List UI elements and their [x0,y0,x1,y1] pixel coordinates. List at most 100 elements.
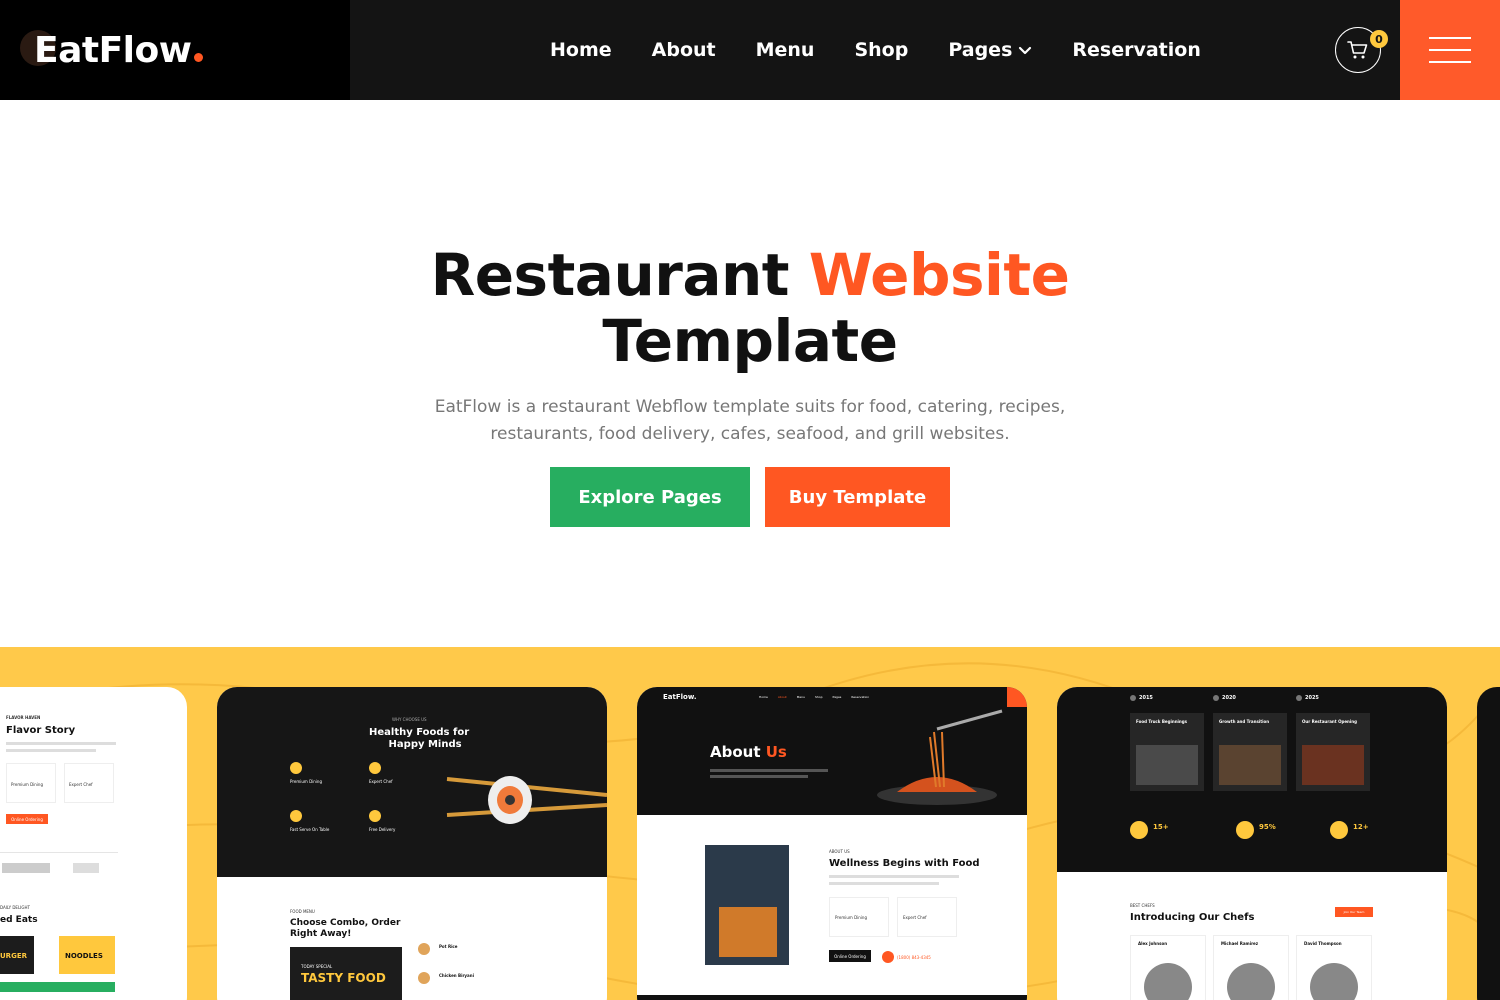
preview-feature-label: Premium Dining [290,779,322,784]
food-truck-image [1136,745,1198,785]
preview-feature-label: Expert Chef [69,782,93,787]
hamburger-icon [1429,37,1471,39]
logo-dot [193,53,203,62]
hamburger-icon-line [1429,61,1471,63]
preview-card-next[interactable] [1477,687,1500,1000]
preview-menu-box [1007,687,1027,707]
preview-feature-label: Premium Dining [835,915,867,920]
hero-description: EatFlow is a restaurant Webflow template… [434,397,1066,444]
feature-icon [369,810,381,822]
preview-title-line: Healthy Foods for [369,727,470,738]
menu-item-name: Chicken Biryani [439,973,474,978]
stat-value: 12+ [1353,823,1369,831]
sushi-chopsticks-image [446,776,607,824]
preview-cta: Online Ordering [829,950,871,962]
preview-cta: Online Ordering [6,814,48,824]
preview-card-why-choose-us[interactable]: WHY CHOOSE US Healthy Foods for Happy Mi… [217,687,607,1000]
preview-title-accent: Us [765,743,787,761]
preview-logo-placeholder [2,863,50,873]
preview-nav-item: Shop [814,695,823,699]
preview-text-line [829,875,959,878]
nav-shop[interactable]: Shop [854,36,908,64]
preview-promo-big: TASTY FOOD [301,971,386,985]
chevron-down-icon [1019,46,1032,55]
timeline-step: Food Truck Beginnings [1136,719,1188,724]
preview-title-line: Choose Combo, Order [290,918,401,928]
preview-divider [0,852,118,853]
kitchen-image [1219,745,1281,785]
chef-name: David Thompson [1304,941,1342,946]
preview-promo-small: TODAY SPECIAL [301,964,333,969]
chef-name: Alex Johnson [1138,941,1168,946]
preview-card-our-story[interactable]: 2015 2020 2025 Food Truck Beginnings Gro… [1057,687,1447,1000]
preview-title: Flavor Story [6,725,76,736]
preview-title: Introducing Our Chefs [1130,912,1255,923]
cart-count-badge: 0 [1370,30,1388,48]
site-header: EatFlow Home About Menu Shop Pages Reser… [0,0,1500,100]
nav-home[interactable]: Home [550,36,612,64]
chef-name: Michael Ramirez [1221,941,1259,946]
preview-feature-label: Expert Chef [369,779,393,784]
timeline-year: 2020 [1222,695,1236,701]
preview-eyebrow: WHY CHOOSE US [392,717,427,722]
preview-promo-text: NOODLES [65,952,103,960]
timeline-dot [1296,695,1302,701]
stat-icon [1236,821,1254,839]
hero-title-part1: Restaurant [430,241,809,309]
explore-pages-button[interactable]: Explore Pages [550,467,750,527]
timeline-year: 2015 [1139,695,1153,701]
preview-phone: (1800) 843-4345 [897,955,931,960]
phone-icon [882,951,894,963]
stat-value: 95% [1259,823,1276,831]
restaurant-chairs [719,907,777,957]
preview-eyebrow: DAILY DELIGHT [0,905,30,910]
nav-pages-dropdown[interactable]: Pages [948,36,1032,64]
timeline-dot [1213,695,1219,701]
cart-icon [1347,41,1368,59]
preview-card-home-variant[interactable]: FLAVOR HAVEN Flavor Story Premium Dining… [0,687,187,1000]
feature-icon [290,762,302,774]
preview-feature-label: Free Delivery [369,827,396,832]
timeline-step: Growth and Transition [1219,719,1270,724]
hamburger-menu-button[interactable] [1400,0,1500,100]
preview-title-line: Happy Minds [388,739,462,750]
spaghetti-fork-image [877,709,1003,805]
brand-logo[interactable]: EatFlow [34,30,203,71]
preview-nav-item: Menu [796,695,805,699]
stat-value: 15+ [1153,823,1169,831]
preview-nav-item: Reservation [851,695,870,699]
stat-icon [1130,821,1148,839]
buy-template-button[interactable]: Buy Template [765,467,950,527]
preview-card-about-us[interactable]: EatFlow. Home About Menu Shop Pages Rese… [637,687,1027,1000]
preview-green-bar [0,982,115,992]
preview-promo-text: URGER [0,952,27,960]
preview-nav-item: Pages [832,695,842,699]
nav-pages-label: Pages [948,39,1013,61]
preview-text-line [829,882,939,885]
preview-feature-label: Premium Dining [11,782,43,787]
preview-text-line [6,742,116,745]
preview-nav: Home About Menu Shop Pages Reservation [759,695,869,699]
timeline-step: Our Restaurant Opening [1302,719,1357,724]
menu-item-thumb [418,972,430,984]
nav-about[interactable]: About [652,36,716,64]
brand-logo-text: EatFlow [34,30,192,71]
preview-eyebrow: FOOD MENU [290,909,315,914]
preview-feature-label: Fast Serve On Table [290,827,330,832]
preview-title: ed Eats [0,915,38,925]
menu-item-thumb [418,943,430,955]
nav-reservation[interactable]: Reservation [1072,36,1200,64]
preview-text-line [710,775,808,778]
feature-icon [290,810,302,822]
timeline-dot [1130,695,1136,701]
main-nav: Home About Menu Shop Pages Reservation [530,36,1221,64]
preview-text-line [710,769,828,772]
timeline-year: 2025 [1305,695,1319,701]
stat-icon [1330,821,1348,839]
preview-title-line: Right Away! [290,929,352,939]
logo-area[interactable]: EatFlow [0,0,350,100]
nav-menu[interactable]: Menu [756,36,815,64]
preview-logo: EatFlow. [663,693,697,701]
preview-title: About [710,743,761,761]
preview-nav-item: Home [759,695,768,699]
